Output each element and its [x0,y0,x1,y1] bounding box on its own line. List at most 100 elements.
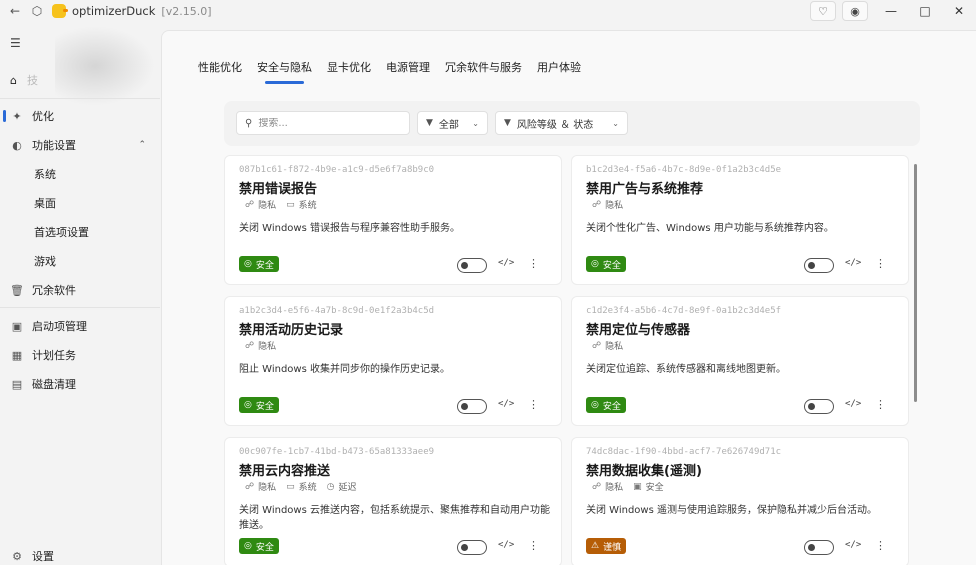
sidebar-item-feature-settings[interactable]: ◐ 功能设置 ⌃ [0,132,160,158]
filter-icon: ▼ [504,118,511,128]
duck-logo-icon [52,4,68,18]
tweak-card: b1c2d3e4-f5a6-4b7c-8d9e-0f1a2b3c4d5e 禁用广… [571,155,909,285]
more-options-icon[interactable]: ⋮ [875,257,886,270]
category-value: 全部 [438,119,459,131]
tweak-title: 禁用活动历史记录 [239,323,344,338]
camera-icon: ◉ [850,4,860,18]
more-options-icon[interactable]: ⋮ [528,257,539,270]
more-options-icon[interactable]: ⋮ [528,539,539,552]
sidebar-divider [0,307,160,308]
trash-icon: 🗑 [10,283,24,297]
code-icon[interactable]: </> [498,258,514,268]
minimize-button[interactable]: — [874,0,908,22]
tweak-description: 关闭定位追踪、系统传感器和离线地图更新。 [586,364,786,375]
risk-badge: ⚠ 谨慎 [586,538,627,554]
tweak-tags: ☍ 隐私 ▭ 系统 [245,198,327,212]
sidebar-item-label: 启动项管理 [32,320,87,333]
tab-bloatware-services[interactable]: 冗余软件与服务 [445,59,522,75]
tweak-title: 禁用广告与系统推荐 [586,182,704,197]
tab-user-experience[interactable]: 用户体验 [537,59,581,75]
risk-badge: ◎ 安全 [239,538,279,554]
tweak-toggle[interactable] [457,399,487,414]
chevron-down-icon: ⌄ [472,118,479,128]
screenshot-button[interactable]: ◉ [842,1,868,21]
shield-check-icon: ◎ [244,259,252,269]
sidebar-item-bloatware[interactable]: 🗑 冗余软件 [0,277,160,303]
sidebar-item-system[interactable]: 系统 [0,161,160,187]
category-tabs: 性能优化 安全与隐私 显卡优化 电源管理 冗余软件与服务 用户体验 [198,59,596,84]
sidebar-item-preferences[interactable]: 首选项设置 [0,219,160,245]
sidebar-item-settings[interactable]: ⚙ 设置 [0,543,160,565]
tweak-description: 关闭 Windows 云推送内容，包括系统提示、聚焦推荐和自动用户功能推送。 [239,505,550,531]
tweak-id: 00c907fe-1cb7-41bd-b473-65a81333aee9 [239,447,435,457]
code-icon[interactable]: </> [845,540,861,550]
warning-icon: ⚠ [591,541,600,551]
risk-label: 安全 [602,401,621,412]
more-options-icon[interactable]: ⋮ [875,398,886,411]
tab-performance[interactable]: 性能优化 [198,59,242,75]
code-icon[interactable]: </> [498,399,514,409]
toggle-icon: ◐ [12,138,22,152]
lock-icon: ▣ [633,481,642,492]
more-options-icon[interactable]: ⋮ [875,539,886,552]
sidebar-item-label: 计划任务 [32,349,76,362]
sidebar-item-label: 优化 [32,110,54,123]
privacy-icon: ☍ [245,340,255,351]
tweak-title: 禁用错误报告 [239,182,318,197]
tab-gpu[interactable]: 显卡优化 [327,59,371,75]
code-icon[interactable]: </> [498,540,514,550]
tweak-toggle[interactable] [457,258,487,273]
tweak-toggle[interactable] [804,399,834,414]
tweak-toggle[interactable] [804,540,834,555]
home-icon: ⌂ [10,73,17,87]
calendar-icon: ▦ [11,348,23,362]
tag-label: 安全 [645,483,664,493]
category-dropdown[interactable]: ▼ 全部 ⌄ [417,111,488,135]
code-icon[interactable]: </> [845,258,861,268]
search-box[interactable]: ⚲ [236,111,410,135]
close-button[interactable]: ✕ [942,0,976,22]
back-arrow-icon[interactable]: ← [4,0,26,22]
sidebar-item-label: 冗余软件 [32,284,76,297]
tab-security-privacy[interactable]: 安全与隐私 [257,59,312,84]
maximize-button[interactable]: □ [908,0,942,22]
sidebar-home[interactable]: ⌂ 技 [10,72,40,88]
filter-icon: ▼ [426,118,433,128]
tweak-description: 关闭 Windows 遥测与使用追踪服务，保护隐私并减少后台活动。 [586,505,877,516]
sidebar-item-optimize[interactable]: ✦ 优化 [0,103,160,129]
favorite-button[interactable]: ♡ [810,1,836,21]
sidebar-item-scheduled-tasks[interactable]: ▦ 计划任务 [0,342,160,368]
sidebar: ☰ ⌂ 技 ✦ 优化 ◐ 功能设置 ⌃ 系统 桌面 首选项设置 游戏 🗑 冗余软… [0,22,160,565]
tweak-card: c1d2e3f4-a5b6-4c7d-8e9f-0a1b2c3d4e5f 禁用定… [571,296,909,426]
tweak-id: a1b2c3d4-e5f6-4a7b-8c9d-0e1f2a3b4c5d [239,306,435,316]
tweak-id: c1d2e3f4-a5b6-4c7d-8e9f-0a1b2c3d4e5f [586,306,782,316]
hamburger-menu-icon[interactable]: ☰ [10,36,21,50]
sidebar-item-label: 设置 [32,550,54,563]
tweak-tags: ☍ 隐私 [592,198,633,212]
tweak-card: a1b2c3d4-e5f6-4a7b-8c9d-0e1f2a3b4c5d 禁用活… [224,296,562,426]
sidebar-item-games[interactable]: 游戏 [0,248,160,274]
privacy-icon: ☍ [592,481,602,492]
sidebar-item-desktop[interactable]: 桌面 [0,190,160,216]
clock-icon: ◷ [326,481,335,492]
user-name: 技 [26,74,40,87]
risk-label: 谨慎 [603,542,622,553]
sidebar-item-label: 首选项设置 [34,226,89,239]
code-icon[interactable]: </> [845,399,861,409]
risk-status-dropdown[interactable]: ▼ 风险等级 ＆ 状态 ⌄ [495,111,628,135]
search-input[interactable] [258,117,389,129]
sidebar-item-label: 桌面 [34,197,56,210]
risk-label: 安全 [255,542,274,553]
tab-power[interactable]: 电源管理 [386,59,430,75]
monitor-icon: ▭ [286,481,295,492]
startup-icon: ▣ [11,319,23,333]
tweak-title: 禁用数据收集(遥测) [586,464,702,479]
scrollbar[interactable] [914,164,917,402]
chevron-down-icon: ⌄ [612,118,619,128]
sidebar-item-disk-cleanup[interactable]: ▤ 磁盘清理 [0,371,160,397]
tweak-toggle[interactable] [457,540,487,555]
tweak-toggle[interactable] [804,258,834,273]
sidebar-item-startup[interactable]: ▣ 启动项管理 [0,313,160,339]
titlebar-actions: ♡ ◉ — □ ✕ [810,0,976,22]
more-options-icon[interactable]: ⋮ [528,398,539,411]
